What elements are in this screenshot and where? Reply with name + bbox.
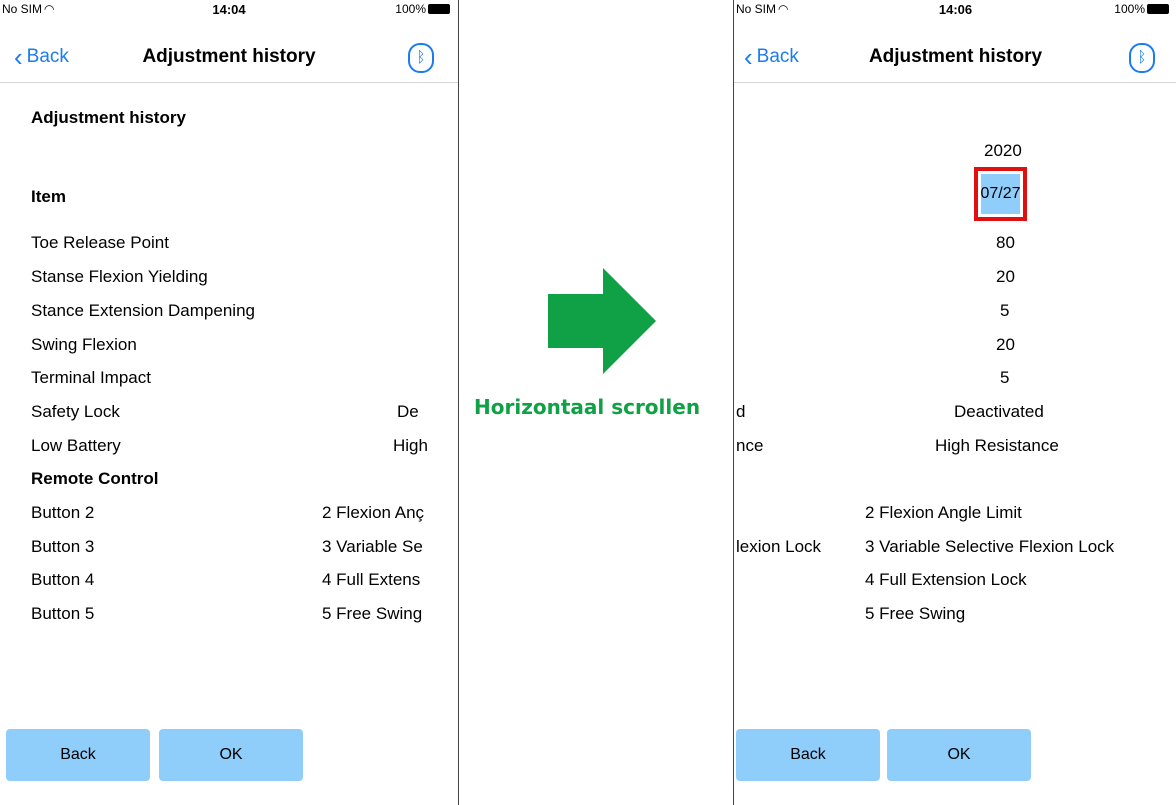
remote-value: 5 Free Swing (865, 604, 966, 623)
nav-bar: ‹ Back Adjustment history ᛒ (734, 38, 1176, 83)
back-button[interactable]: Back (6, 729, 150, 781)
bottom-bar: Back OK (734, 722, 1176, 805)
date-highlight: 07/27 (974, 167, 1027, 221)
remote-value: 2 Flexion Angle Limit (865, 503, 1022, 522)
date-cell[interactable]: 07/27 (980, 174, 1021, 214)
remote-value: 3 Variable Selective Flexion Lock (865, 537, 1115, 556)
item-value: 5 (1000, 301, 1010, 320)
page-title: Adjustment history (868, 46, 1043, 67)
item-value: Deactivated (954, 402, 1044, 421)
remote-value: 4 Full Extens (322, 570, 421, 589)
item-value: De (397, 402, 419, 421)
battery-icon (428, 4, 450, 14)
remote-label: Button 2 (31, 503, 95, 522)
remote-control-header: Remote Control (31, 469, 159, 488)
bluetooth-icon[interactable]: ᛒ (408, 43, 434, 73)
item-label: Stanse Flexion Yielding (31, 267, 208, 286)
battery-icon (1147, 4, 1169, 14)
remote-value: 2 Flexion Anç (322, 503, 425, 522)
status-time: 14:04 (212, 2, 246, 17)
item-value: 20 (996, 267, 1015, 286)
remote-label: Button 5 (31, 604, 95, 623)
page-title: Adjustment history (142, 46, 316, 67)
remote-value: 5 Free Swing (322, 604, 423, 623)
history-table[interactable]: Adjustment history Item Toe Release Poin… (0, 84, 458, 722)
status-time: 14:06 (938, 2, 973, 17)
phone-screen-after: No SIM ◠ 14:06 100% ‹ Back Adjustment hi… (733, 0, 1176, 805)
ok-button[interactable]: OK (159, 729, 303, 781)
remote-value: 4 Full Extension Lock (865, 570, 1027, 589)
item-label-clipped: d (736, 402, 746, 421)
history-table-scrolled[interactable]: 2020 07/27 80 20 5 20 5 d Deactivated nc… (734, 84, 1176, 722)
bottom-bar: Back OK (0, 722, 458, 805)
item-label: Stance Extension Dampening (31, 301, 255, 320)
status-bar: No SIM ◠ 14:06 100% (734, 0, 1176, 18)
remote-label: Button 4 (31, 570, 95, 589)
history-heading: Adjustment history (31, 108, 186, 127)
item-value: 5 (1000, 368, 1010, 387)
bluetooth-icon[interactable]: ᛒ (1129, 43, 1155, 73)
phone-screen-before: No SIM ◠ 14:04 100% ‹ Back Adjustment hi… (0, 0, 459, 805)
remote-value: 3 Variable Se (322, 537, 423, 556)
item-value: 80 (996, 233, 1015, 252)
remote-label: Button 3 (31, 537, 95, 556)
item-header: Item (31, 187, 66, 206)
item-label-clipped: nce (736, 436, 764, 455)
battery-status: 100% (395, 2, 450, 16)
item-label: Toe Release Point (31, 233, 169, 252)
item-value: High (393, 436, 428, 455)
scroll-caption: Horizontaal scrollen (474, 395, 701, 419)
back-button[interactable]: Back (736, 729, 880, 781)
item-label: Terminal Impact (31, 368, 151, 387)
battery-percent: 100% (395, 2, 426, 16)
nav-bar: ‹ Back Adjustment history ᛒ (0, 38, 458, 83)
remote-label-clipped: lexion Lock (736, 537, 822, 556)
item-label: Safety Lock (31, 402, 120, 421)
ok-button[interactable]: OK (887, 729, 1031, 781)
item-value: High Resistance (935, 436, 1059, 455)
item-label: Low Battery (31, 436, 121, 455)
year-label: 2020 (984, 141, 1022, 160)
item-value: 20 (996, 335, 1015, 354)
arrow-right-icon (548, 268, 656, 374)
battery-status: 100% (1114, 2, 1169, 16)
status-bar: No SIM ◠ 14:04 100% (0, 0, 458, 18)
battery-percent: 100% (1114, 2, 1145, 16)
item-label: Swing Flexion (31, 335, 137, 354)
